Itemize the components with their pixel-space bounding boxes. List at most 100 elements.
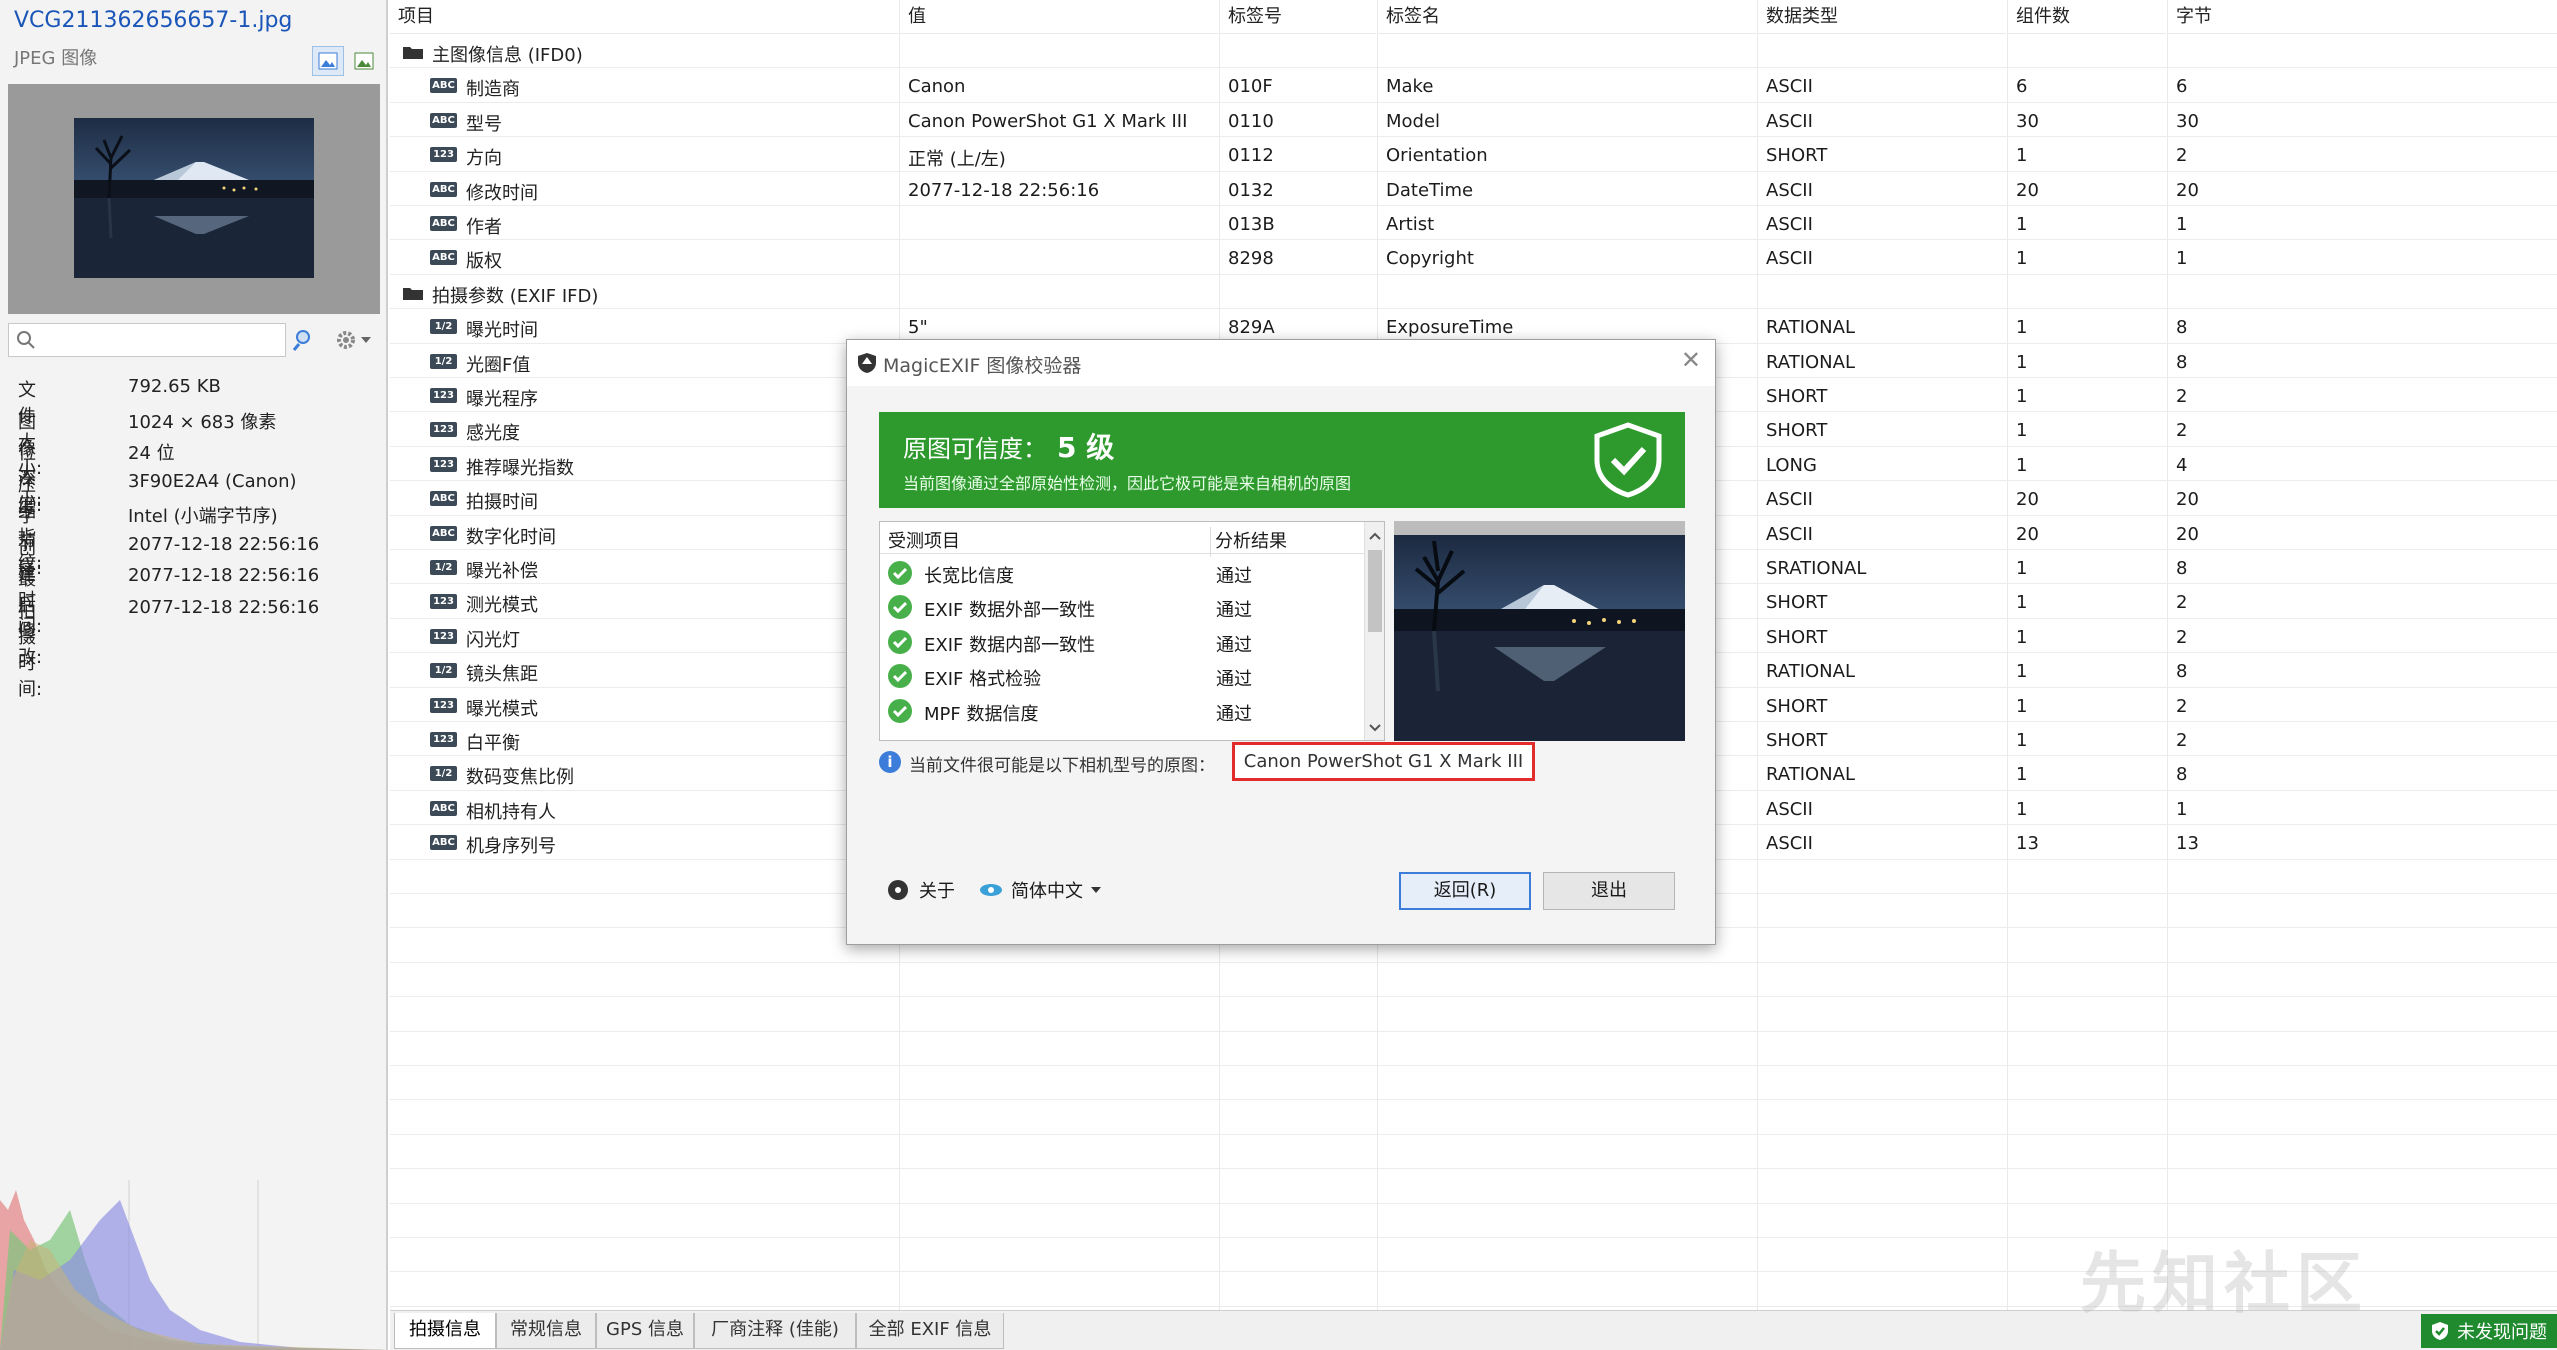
find-icon <box>292 330 310 351</box>
bytes-cell: 30 <box>2176 110 2199 132</box>
type-badge-icon: 123 <box>430 456 457 472</box>
col-header-check-item[interactable]: 受测项目 <box>888 527 960 553</box>
col-header-tag-name[interactable]: 标签名 <box>1378 0 1756 34</box>
settings-button[interactable] <box>328 324 378 356</box>
tab-shooting-info[interactable]: 拍摄信息 <box>394 1313 496 1349</box>
check-row[interactable]: MPF 数据信度 通过 <box>880 693 1366 727</box>
back-button[interactable]: 返回(R) <box>1399 872 1531 910</box>
bytes-cell: 2 <box>2176 592 2188 614</box>
chevron-down-icon[interactable] <box>1365 718 1385 738</box>
table-row[interactable]: ABC 修改时间 2077-12-18 22:56:16 0132 DateTi… <box>390 172 2557 206</box>
disc-icon <box>888 880 908 900</box>
type-badge-icon: ABC <box>430 250 457 266</box>
table-row[interactable]: ABC 作者 013B Artist ASCII 1 1 <box>390 206 2557 241</box>
type-badge-icon: ABC <box>430 181 457 197</box>
group-row[interactable]: 拍摄参数 (EXIF IFD) <box>390 275 2557 310</box>
item-label: 数字化时间 <box>466 526 556 548</box>
data-type-cell: SHORT <box>1766 145 1828 167</box>
chevron-up-icon[interactable] <box>1365 526 1385 546</box>
type-badge-icon: 1/2 <box>430 560 457 575</box>
check-row[interactable]: EXIF 数据外部一致性 通过 <box>880 589 1366 623</box>
scrollbar-thumb[interactable] <box>1368 550 1382 632</box>
verifier-dialog: MagicEXIF 图像校验器 ✕ 原图可信度： 5 级 当前图像通过全部原始性检… <box>846 339 1716 945</box>
table-row[interactable]: ABC 版权 8298 Copyright ASCII 1 1 <box>390 240 2557 275</box>
type-badge-icon: 123 <box>430 732 457 747</box>
type-badge-icon: 123 <box>430 697 457 713</box>
search-input[interactable] <box>8 323 286 357</box>
image-alt-view-button[interactable] <box>348 46 380 76</box>
col-header-data-type[interactable]: 数据类型 <box>1758 0 2006 34</box>
count-cell: 1 <box>2016 145 2028 167</box>
check-icon <box>888 698 912 723</box>
data-type-cell: SHORT <box>1766 695 1828 717</box>
check-results-table: 受测项目 分析结果 长宽比信度 通过 EXIF 数据外部一致性 通过 EXIF … <box>879 521 1385 741</box>
about-link[interactable]: 关于 <box>887 877 955 903</box>
tab-gps-info[interactable]: GPS 信息 <box>596 1313 694 1349</box>
bytes-cell: 8 <box>2176 661 2188 683</box>
type-badge-icon: 123 <box>430 628 457 644</box>
scrollbar[interactable] <box>1364 522 1384 740</box>
check-row[interactable]: EXIF 数据内部一致性 通过 <box>880 624 1366 658</box>
banner-title-text: 原图可信度： <box>903 435 1047 463</box>
check-icon <box>888 664 912 689</box>
type-badge-icon: 123 <box>430 594 457 610</box>
tab-general-info[interactable]: 常规信息 <box>496 1313 596 1349</box>
image-view-button[interactable] <box>312 46 344 76</box>
tag-cell: 0110 <box>1228 110 1274 132</box>
tag-name-cell: Model <box>1386 110 1441 132</box>
col-header-check-result[interactable]: 分析结果 <box>1210 527 1287 557</box>
property-value: 1024 × 683 像素 <box>128 411 277 433</box>
item-label: 作者 <box>466 217 502 238</box>
count-cell: 1 <box>2016 454 2028 476</box>
thumbnail-image <box>74 118 314 278</box>
find-button[interactable] <box>290 324 320 356</box>
check-row[interactable]: EXIF 格式检验 通过 <box>880 658 1366 692</box>
data-type-cell: RATIONAL <box>1766 317 1855 339</box>
empty-row <box>390 1169 2557 1204</box>
count-cell: 20 <box>2016 179 2039 201</box>
table-row[interactable]: 123 方向 正常 (上/左) 0112 Orientation SHORT 1… <box>390 137 2557 172</box>
language-selector[interactable]: 简体中文 <box>979 877 1101 903</box>
col-header-bytes[interactable]: 字节 <box>2168 0 2557 34</box>
col-header-value[interactable]: 值 <box>900 0 1218 34</box>
col-header-count[interactable]: 组件数 <box>2008 0 2166 34</box>
col-header-item[interactable]: 项目 <box>390 0 898 34</box>
bytes-cell: 20 <box>2176 523 2199 545</box>
data-type-cell: ASCII <box>1766 76 1813 98</box>
count-cell: 1 <box>2016 317 2028 339</box>
tab-all-exif[interactable]: 全部 EXIF 信息 <box>856 1313 1004 1349</box>
shield-check-icon <box>1594 422 1662 498</box>
group-row[interactable]: 主图像信息 (IFD0) <box>390 34 2557 69</box>
status-badge[interactable]: 未发现问题 <box>2421 1314 2557 1348</box>
data-type-cell: ASCII <box>1766 179 1813 201</box>
preview-image <box>1394 521 1685 741</box>
tag-cell: 0132 <box>1228 179 1274 201</box>
value-cell: Canon PowerShot G1 X Mark III <box>908 110 1188 132</box>
data-type-cell: ASCII <box>1766 523 1813 545</box>
table-row[interactable]: ABC 制造商 Canon 010F Make ASCII 6 6 <box>390 68 2557 103</box>
col-header-tag[interactable]: 标签号 <box>1220 0 1376 34</box>
detected-model[interactable]: Canon PowerShot G1 X Mark III <box>1232 742 1535 781</box>
count-cell: 30 <box>2016 110 2039 132</box>
bytes-cell: 2 <box>2176 695 2188 717</box>
file-name: VCG211362656657-1.jpg <box>14 8 293 33</box>
count-cell: 13 <box>2016 833 2039 855</box>
check-result: 通过 <box>1216 634 1252 656</box>
thumbnail-frame <box>8 84 380 314</box>
count-cell: 1 <box>2016 695 2028 717</box>
tab-maker-notes[interactable]: 厂商注释 (佳能) <box>694 1313 856 1349</box>
exit-button[interactable]: 退出 <box>1543 872 1675 910</box>
count-cell: 1 <box>2016 420 2028 442</box>
status-text: 未发现问题 <box>2457 1322 2547 1343</box>
close-icon[interactable]: ✕ <box>1681 346 1701 374</box>
item-label: 方向 <box>466 148 502 170</box>
check-item-label: MPF 数据信度 <box>924 703 1039 725</box>
count-cell: 1 <box>2016 214 2028 235</box>
count-cell: 1 <box>2016 351 2028 373</box>
count-cell: 6 <box>2016 76 2028 98</box>
check-row[interactable]: 长宽比信度 通过 <box>880 555 1366 589</box>
landscape-icon <box>354 52 374 70</box>
data-type-cell: ASCII <box>1766 833 1813 855</box>
language-icon <box>980 884 1002 896</box>
table-row[interactable]: ABC 型号 Canon PowerShot G1 X Mark III 011… <box>390 103 2557 138</box>
